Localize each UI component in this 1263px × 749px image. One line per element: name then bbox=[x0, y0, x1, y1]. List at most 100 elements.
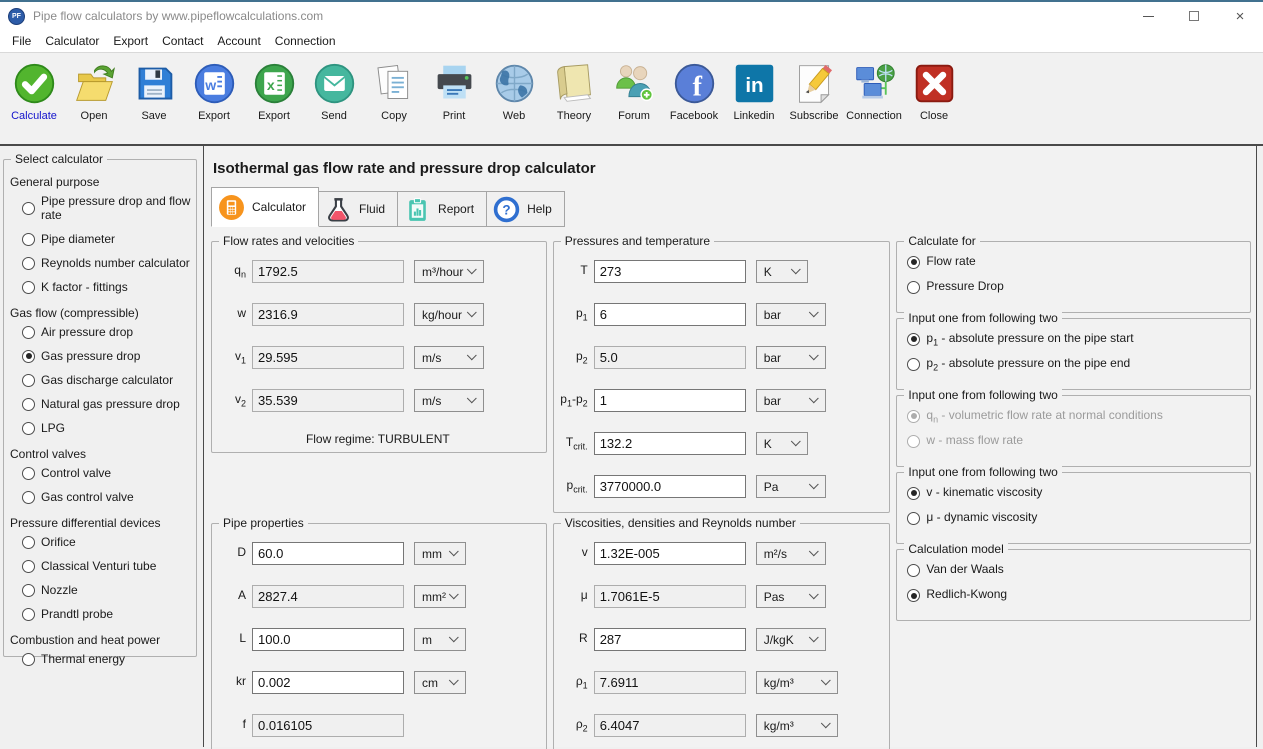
radio-lpg[interactable]: LPG bbox=[22, 418, 192, 438]
radio-icon bbox=[907, 256, 920, 269]
pcrit-input[interactable] bbox=[594, 475, 746, 498]
radio-nozzle[interactable]: Nozzle bbox=[22, 580, 192, 600]
radio-natural-gas[interactable]: Natural gas pressure drop bbox=[22, 394, 192, 414]
radio-van-der-waals[interactable]: Van der Waals bbox=[907, 562, 1240, 578]
temperature-unit-select[interactable]: K bbox=[756, 260, 808, 283]
radio-orifice[interactable]: Orifice bbox=[22, 532, 192, 552]
area-unit-select[interactable]: mm² bbox=[414, 585, 466, 608]
radio-icon bbox=[22, 350, 35, 363]
dynamic-viscosity-unit-select[interactable]: Pas bbox=[756, 585, 826, 608]
connection-button[interactable]: Connection bbox=[844, 61, 904, 122]
radio-gas-pressure-drop[interactable]: Gas pressure drop bbox=[22, 346, 192, 366]
tcrit-input[interactable] bbox=[594, 432, 746, 455]
minimize-button[interactable] bbox=[1125, 2, 1171, 30]
radio-kinematic-viscosity-choice[interactable]: v - kinematic viscosity bbox=[907, 485, 1240, 501]
p1-input[interactable] bbox=[594, 303, 746, 326]
roughness-input[interactable] bbox=[252, 671, 404, 694]
area-input[interactable] bbox=[252, 585, 404, 608]
tab-calculator[interactable]: Calculator bbox=[211, 187, 319, 227]
kinematic-viscosity-unit-select[interactable]: m²/s bbox=[756, 542, 826, 565]
copy-button[interactable]: Copy bbox=[364, 61, 424, 122]
send-button[interactable]: Send bbox=[304, 61, 364, 122]
radio-air-pressure-drop[interactable]: Air pressure drop bbox=[22, 322, 192, 342]
gas-constant-input[interactable] bbox=[594, 628, 746, 651]
density1-unit-select[interactable]: kg/m³ bbox=[756, 671, 838, 694]
density1-input[interactable] bbox=[594, 671, 746, 694]
flow-input-choice-group: Input one from following two qn - volume… bbox=[896, 395, 1251, 467]
pressure-drop-unit-select[interactable]: bar bbox=[756, 389, 826, 412]
radio-k-factor[interactable]: K factor - fittings bbox=[22, 277, 192, 297]
radio-p2-input-choice[interactable]: p2 - absolute pressure on the pipe end bbox=[907, 356, 1240, 372]
close-app-button[interactable]: Close bbox=[904, 61, 964, 122]
density2-unit-select[interactable]: kg/m³ bbox=[756, 714, 838, 737]
calculate-button[interactable]: Calculate bbox=[4, 61, 64, 122]
p1-unit-select[interactable]: bar bbox=[756, 303, 826, 326]
v1-input[interactable] bbox=[252, 346, 404, 369]
radio-gas-discharge[interactable]: Gas discharge calculator bbox=[22, 370, 192, 390]
qn-unit-select[interactable]: m³/hour bbox=[414, 260, 484, 283]
pressure-drop-input[interactable] bbox=[594, 389, 746, 412]
facebook-button[interactable]: f Facebook bbox=[664, 61, 724, 122]
menu-export[interactable]: Export bbox=[106, 32, 155, 50]
dynamic-viscosity-input[interactable] bbox=[594, 585, 746, 608]
radio-redlich-kwong[interactable]: Redlich-Kwong bbox=[907, 587, 1240, 603]
printer-icon bbox=[432, 61, 477, 106]
tcrit-unit-select[interactable]: K bbox=[756, 432, 808, 455]
p2-unit-select[interactable]: bar bbox=[756, 346, 826, 369]
radio-pipe-diameter[interactable]: Pipe diameter bbox=[22, 229, 192, 249]
length-input[interactable] bbox=[252, 628, 404, 651]
open-button[interactable]: Open bbox=[64, 61, 124, 122]
menu-file[interactable]: File bbox=[5, 32, 38, 50]
export-excel-button[interactable]: x Export bbox=[244, 61, 304, 122]
friction-factor-input[interactable] bbox=[252, 714, 404, 737]
radio-prandtl-probe[interactable]: Prandtl probe bbox=[22, 604, 192, 624]
radio-dynamic-viscosity-choice[interactable]: μ - dynamic viscosity bbox=[907, 510, 1240, 526]
chevron-down-icon bbox=[467, 264, 477, 274]
export-word-button[interactable]: w Export bbox=[184, 61, 244, 122]
menu-contact[interactable]: Contact bbox=[155, 32, 210, 50]
tab-report[interactable]: Report bbox=[398, 191, 487, 227]
w-input[interactable] bbox=[252, 303, 404, 326]
radio-thermal-energy[interactable]: Thermal energy bbox=[22, 649, 192, 669]
maximize-icon bbox=[1189, 11, 1199, 21]
radio-reynolds-number[interactable]: Reynolds number calculator bbox=[22, 253, 192, 273]
forum-button[interactable]: Forum bbox=[604, 61, 664, 122]
app-icon: PF bbox=[8, 8, 25, 25]
radio-flow-rate[interactable]: Flow rate bbox=[907, 254, 1240, 270]
save-button[interactable]: Save bbox=[124, 61, 184, 122]
radio-p1-input-choice[interactable]: p1 - absolute pressure on the pipe start bbox=[907, 331, 1240, 347]
radio-gas-control-valve[interactable]: Gas control valve bbox=[22, 487, 192, 507]
density2-input[interactable] bbox=[594, 714, 746, 737]
diameter-unit-select[interactable]: mm bbox=[414, 542, 466, 565]
temperature-input[interactable] bbox=[594, 260, 746, 283]
menu-connection[interactable]: Connection bbox=[268, 32, 343, 50]
close-window-button[interactable]: × bbox=[1217, 2, 1263, 30]
linkedin-button[interactable]: in Linkedin bbox=[724, 61, 784, 122]
menu-calculator[interactable]: Calculator bbox=[38, 32, 106, 50]
length-unit-select[interactable]: m bbox=[414, 628, 466, 651]
web-button[interactable]: Web bbox=[484, 61, 544, 122]
gas-constant-unit-select[interactable]: J/kgK bbox=[756, 628, 826, 651]
roughness-unit-select[interactable]: cm bbox=[414, 671, 466, 694]
tab-help[interactable]: ? Help bbox=[487, 191, 565, 227]
radio-control-valve[interactable]: Control valve bbox=[22, 463, 192, 483]
tab-fluid[interactable]: Fluid bbox=[319, 191, 398, 227]
radio-venturi[interactable]: Classical Venturi tube bbox=[22, 556, 192, 576]
maximize-button[interactable] bbox=[1171, 2, 1217, 30]
w-unit-select[interactable]: kg/hour bbox=[414, 303, 484, 326]
subscribe-button[interactable]: Subscribe bbox=[784, 61, 844, 122]
pcrit-unit-select[interactable]: Pa bbox=[756, 475, 826, 498]
v2-unit-select[interactable]: m/s bbox=[414, 389, 484, 412]
v2-input[interactable] bbox=[252, 389, 404, 412]
radio-pressure-drop-option[interactable]: Pressure Drop bbox=[907, 279, 1240, 295]
print-button[interactable]: Print bbox=[424, 61, 484, 122]
v1-unit-select[interactable]: m/s bbox=[414, 346, 484, 369]
p2-input[interactable] bbox=[594, 346, 746, 369]
theory-button[interactable]: Theory bbox=[544, 61, 604, 122]
pressures-group: Pressures and temperature T K p1 bar p2 bbox=[553, 241, 891, 513]
radio-pipe-pressure-drop[interactable]: Pipe pressure drop and flow rate bbox=[22, 191, 192, 225]
diameter-input[interactable] bbox=[252, 542, 404, 565]
menu-account[interactable]: Account bbox=[210, 32, 267, 50]
qn-input[interactable] bbox=[252, 260, 404, 283]
kinematic-viscosity-input[interactable] bbox=[594, 542, 746, 565]
